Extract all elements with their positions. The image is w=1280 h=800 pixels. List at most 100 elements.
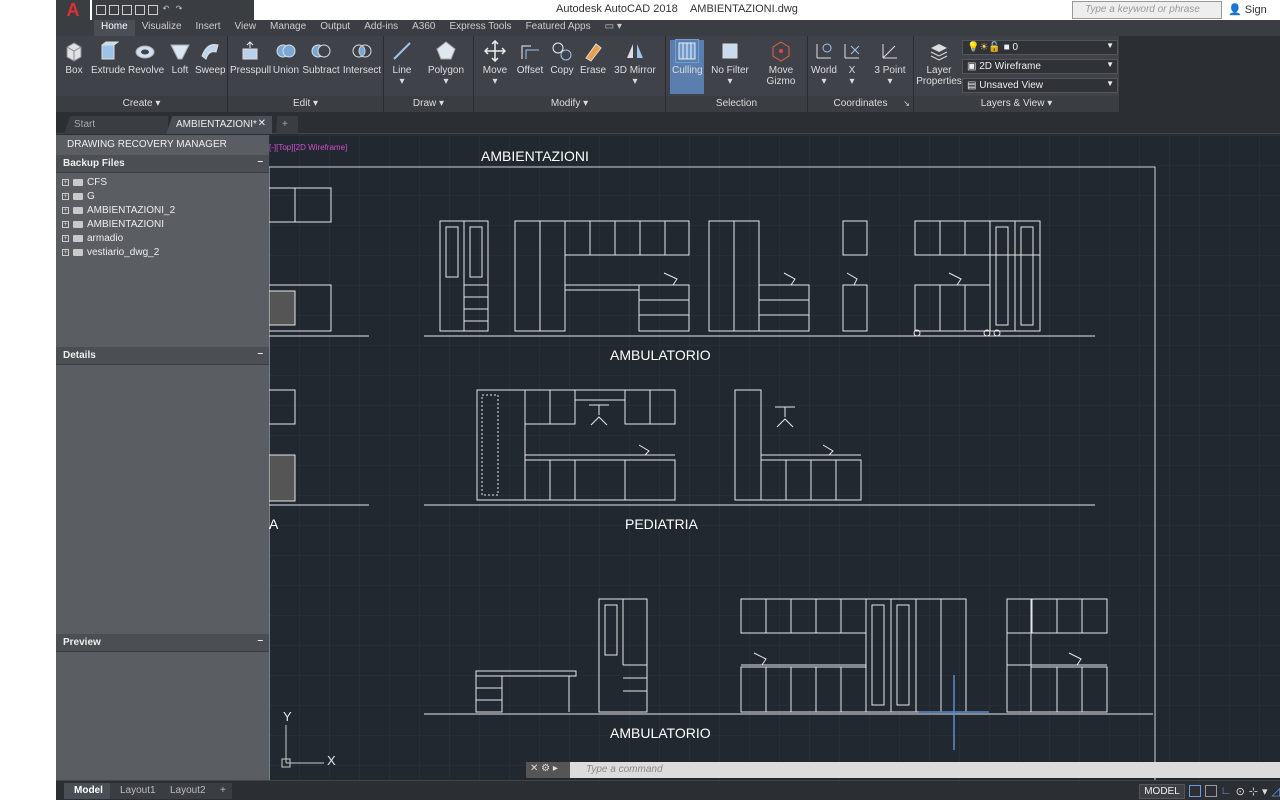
intersect-button[interactable]: Intersect xyxy=(342,40,382,76)
tab-insert[interactable]: Insert xyxy=(189,20,228,36)
collapse-icon[interactable]: – xyxy=(257,635,263,646)
tab-layout1[interactable]: Layout1 xyxy=(110,783,166,799)
sweep-button[interactable]: Sweep xyxy=(195,40,226,76)
new-layout-button[interactable]: + xyxy=(214,783,232,799)
erase-button[interactable]: Erase xyxy=(578,40,608,76)
tab-a360[interactable]: A360 xyxy=(405,20,442,36)
offset-button[interactable]: Offset xyxy=(514,40,546,76)
expand-icon[interactable]: + xyxy=(62,220,69,228)
panel-layers-view-title[interactable]: Layers & View ▾ xyxy=(914,96,1119,112)
ortho-icon[interactable]: ∟ xyxy=(1221,785,1232,797)
tab-output[interactable]: Output xyxy=(313,20,357,36)
redo-icon[interactable]: ↷ xyxy=(174,5,184,15)
panel-selection-title[interactable]: Selection xyxy=(666,96,807,112)
expand-icon[interactable]: + xyxy=(62,192,69,200)
model-space-button[interactable]: MODEL xyxy=(1139,783,1185,799)
autocad-logo-button[interactable]: A xyxy=(56,0,90,20)
tab-view[interactable]: View xyxy=(228,20,264,36)
revolve-button[interactable]: Revolve xyxy=(128,40,164,76)
backup-files-header[interactable]: Backup Files – xyxy=(56,155,269,173)
union-button[interactable]: Union xyxy=(272,40,300,76)
osnap-icon[interactable]: ⊹ xyxy=(1249,785,1258,798)
polygon-button[interactable]: Polygon ▾ xyxy=(426,40,466,87)
polar-icon[interactable]: ⊙ xyxy=(1236,785,1245,798)
tab-add-ins[interactable]: Add-ins xyxy=(357,20,405,36)
box-button[interactable]: Box xyxy=(60,40,88,76)
document-tab-bar: Start AMBIENTAZIONI* ✕ + xyxy=(56,114,1280,134)
panel-coordinates: World ▾ X ▾ 3 Point ▾ Coordinates ↘ xyxy=(808,36,914,112)
panel-edit-title[interactable]: Edit ▾ xyxy=(228,96,383,112)
culling-button[interactable]: Culling xyxy=(670,39,704,94)
drawing-area: [-][Top][2D Wireframe] AMBIENTAZIONI AMB… xyxy=(269,135,1280,780)
line-button[interactable]: Line ▾ xyxy=(388,40,416,87)
ucs-3-point-button[interactable]: 3 Point ▾ xyxy=(870,40,910,87)
move-gizmo-button[interactable]: Move Gizmo xyxy=(758,40,804,87)
tab-ambientazioni[interactable]: AMBIENTAZIONI* ✕ xyxy=(166,116,272,134)
named-view-dropdown[interactable]: ▤ Unsaved View ▼ xyxy=(962,78,1118,93)
no-filter-button[interactable]: No Filter ▾ xyxy=(710,40,750,87)
layer-dropdown[interactable]: 💡☀🔓 ■ 0 ▼ xyxy=(962,40,1118,55)
subtract-button[interactable]: Subtract xyxy=(302,40,340,76)
tab-home[interactable]: Home xyxy=(94,20,135,36)
details-header[interactable]: Details – xyxy=(56,347,269,365)
snap-icon[interactable] xyxy=(1204,785,1217,797)
drawing-canvas[interactable]: [-][Top][2D Wireframe] AMBIENTAZIONI AMB… xyxy=(269,135,1280,780)
list-item[interactable]: + G xyxy=(56,189,269,203)
presspull-button[interactable]: Presspull xyxy=(230,40,271,76)
panel-modify-title[interactable]: Modify ▾ xyxy=(474,96,665,112)
list-item[interactable]: + armadio xyxy=(56,231,269,245)
panel-selection: Culling No Filter ▾ Move Gizmo Selection xyxy=(666,36,808,112)
new-icon[interactable] xyxy=(96,5,106,15)
visual-style-dropdown[interactable]: ▣ 2D Wireframe ▼ xyxy=(962,59,1118,74)
new-tab-button[interactable]: + xyxy=(276,116,298,134)
expand-icon[interactable]: + xyxy=(62,248,69,256)
tab-layout2[interactable]: Layout2 xyxy=(160,783,216,799)
tab-start[interactable]: Start xyxy=(64,116,168,134)
tab-express-tools[interactable]: Express Tools xyxy=(442,20,518,36)
panel-coordinates-title[interactable]: Coordinates ↘ xyxy=(808,96,913,112)
close-icon[interactable]: ✕ xyxy=(530,763,538,774)
help-search-input[interactable]: Type a keyword or phrase xyxy=(1072,1,1222,19)
tab-manage[interactable]: Manage xyxy=(263,20,313,36)
expand-icon[interactable]: + xyxy=(62,206,69,214)
list-item[interactable]: + CFS xyxy=(56,175,269,189)
expand-icon[interactable]: + xyxy=(62,234,69,242)
viewport-control-label[interactable]: [-][Top][2D Wireframe] xyxy=(269,143,347,152)
sign-in-button[interactable]: 👤 Sign xyxy=(1228,3,1267,16)
save-as-icon[interactable] xyxy=(135,5,145,15)
panel-create-title[interactable]: Create ▾ xyxy=(56,96,227,112)
open-icon[interactable] xyxy=(109,5,119,15)
list-item[interactable]: + AMBIENTAZIONI_2 xyxy=(56,203,269,217)
extrude-button[interactable]: Extrude xyxy=(91,40,125,76)
customize-icon[interactable]: ⚙ xyxy=(541,763,550,774)
chevron-down-icon: ▼ xyxy=(1106,60,1114,69)
close-tab-icon[interactable]: ✕ xyxy=(258,118,266,129)
save-icon[interactable] xyxy=(122,5,132,15)
annotation-icon[interactable]: ◿ xyxy=(1272,785,1280,798)
collapse-icon[interactable]: – xyxy=(257,156,263,167)
3d-mirror-button[interactable]: 3D Mirror ▾ xyxy=(610,40,660,87)
move-button[interactable]: Move ▾ xyxy=(478,40,512,87)
expand-icon[interactable]: + xyxy=(62,178,69,186)
loft-button[interactable]: Loft xyxy=(167,40,193,76)
panel-launcher-icon[interactable]: ↘ xyxy=(903,96,910,112)
list-item[interactable]: + AMBIENTAZIONI xyxy=(56,217,269,231)
copy-button[interactable]: Copy xyxy=(548,40,576,76)
more-icon[interactable]: ▾ xyxy=(1262,785,1268,798)
ucs-x-button[interactable]: X ▾ xyxy=(840,40,864,87)
command-line-input[interactable]: Type a command xyxy=(526,762,1280,778)
tab-featured-apps[interactable]: Featured Apps xyxy=(519,20,598,36)
plot-icon[interactable] xyxy=(148,5,158,15)
ribbon-options-icon[interactable]: ▭ ▾ xyxy=(598,20,629,36)
tab-visualize[interactable]: Visualize xyxy=(135,20,189,36)
undo-icon[interactable]: ↶ xyxy=(161,5,171,15)
list-item[interactable]: + vestiario_dwg_2 xyxy=(56,245,269,259)
collapse-icon[interactable]: – xyxy=(257,348,263,359)
tab-model[interactable]: Model xyxy=(64,783,113,799)
grid-icon[interactable] xyxy=(1188,785,1201,797)
panel-draw-title[interactable]: Draw ▾ xyxy=(384,96,473,112)
ucs-world-button[interactable]: World ▾ xyxy=(810,40,838,87)
command-history-icon[interactable]: ▸ xyxy=(553,763,558,774)
layer-properties-button[interactable]: Layer Properties xyxy=(916,40,962,87)
preview-header[interactable]: Preview – xyxy=(56,634,269,652)
